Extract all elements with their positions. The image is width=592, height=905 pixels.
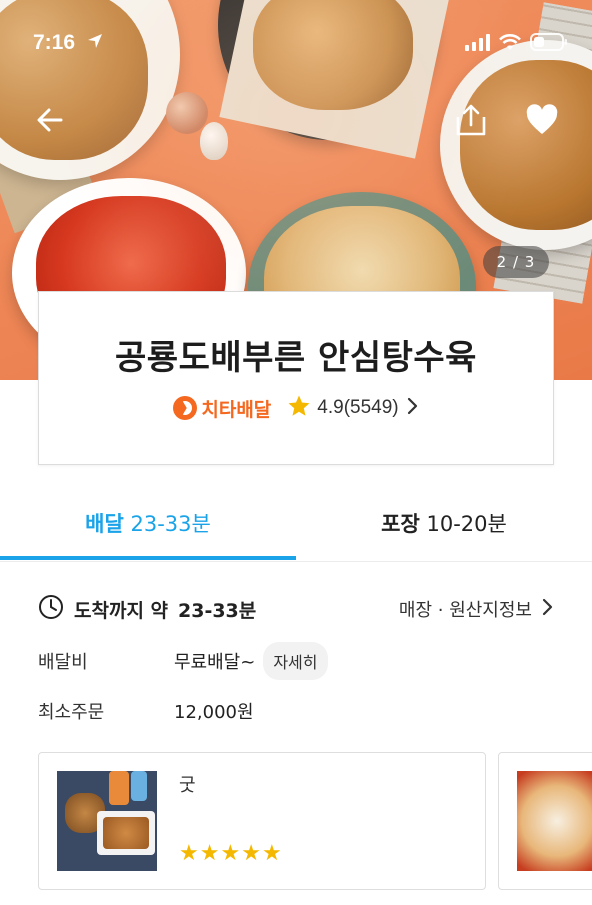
location-arrow-icon <box>86 32 104 54</box>
tab-delivery-time: 23-33분 <box>130 512 211 536</box>
status-time: 7:16 <box>33 31 76 54</box>
store-name: 공룡도배부른 안심탕수육 <box>115 338 477 378</box>
share-button[interactable] <box>453 104 489 140</box>
star-icon: ★ <box>241 841 261 866</box>
review-photo <box>517 771 592 871</box>
cheetah-delivery-label: 치타배달 <box>201 398 272 421</box>
star-icon: ★ <box>220 841 241 866</box>
status-bar: 7:16 <box>0 28 592 58</box>
store-origin-info-label: 매장 · 원산지정보 <box>398 600 532 621</box>
arrival-time-row: 도착까지 약 23-33분 <box>38 594 256 625</box>
delivery-fee-label: 배달비 <box>38 652 88 673</box>
arrival-time: 23-33분 <box>178 600 257 622</box>
store-origin-info-link[interactable]: 매장 · 원산지정보 <box>399 596 554 622</box>
delivery-fee-detail-button[interactable]: 자세히 <box>263 642 328 680</box>
review-card[interactable]: 굿 ★ ★ ★ ★ ★ <box>38 752 486 890</box>
wifi-icon <box>498 33 522 55</box>
battery-icon <box>530 32 568 56</box>
cheetah-delivery-badge: 치타배달 <box>173 395 271 422</box>
arrival-prefix: 도착까지 약 <box>74 600 169 622</box>
review-text: 굿 <box>179 775 196 796</box>
star-icon: ★ <box>261 841 282 866</box>
review-photo <box>57 771 157 871</box>
delivery-fee-row: 배달비 무료배달~ 자세히 <box>38 642 328 680</box>
heart-icon <box>525 104 559 140</box>
rating-value: 4.9(5549) <box>317 397 399 418</box>
review-stars: ★ ★ ★ ★ ★ <box>179 843 282 865</box>
tab-pickup-time: 10-20분 <box>426 512 507 536</box>
min-order-value: 12,000원 <box>174 702 254 723</box>
like-button[interactable] <box>524 104 560 140</box>
store-title-card: 공룡도배부른 안심탕수육 치타배달 4.9(5549) <box>38 291 554 465</box>
order-type-tabs: 배달 23-33분 포장 10-20분 <box>0 500 592 562</box>
active-tab-indicator <box>0 556 296 560</box>
tab-delivery[interactable]: 배달 23-33분 <box>0 508 296 538</box>
back-button[interactable] <box>32 104 68 140</box>
clock-icon <box>38 594 64 625</box>
delivery-fee-value: 무료배달~ <box>174 652 256 673</box>
chevron-right-icon <box>540 598 554 621</box>
rating-row[interactable]: 치타배달 4.9(5549) <box>39 394 553 422</box>
star-icon: ★ <box>179 841 199 866</box>
min-order-label: 최소주문 <box>38 702 105 723</box>
star-icon: ★ <box>199 841 220 866</box>
star-icon <box>287 394 311 422</box>
share-icon <box>454 103 488 141</box>
cheetah-icon <box>173 396 198 420</box>
arrow-left-icon <box>35 105 65 139</box>
cellular-signal-icon <box>464 33 490 55</box>
review-card[interactable] <box>498 752 592 890</box>
tab-pickup[interactable]: 포장 10-20분 <box>296 508 592 538</box>
tab-delivery-label: 배달 <box>85 512 124 536</box>
chevron-right-icon <box>405 397 419 419</box>
tab-pickup-label: 포장 <box>381 512 420 536</box>
image-page-indicator: 2 / 3 <box>483 246 549 278</box>
min-order-row: 최소주문 12,000원 <box>38 698 254 724</box>
